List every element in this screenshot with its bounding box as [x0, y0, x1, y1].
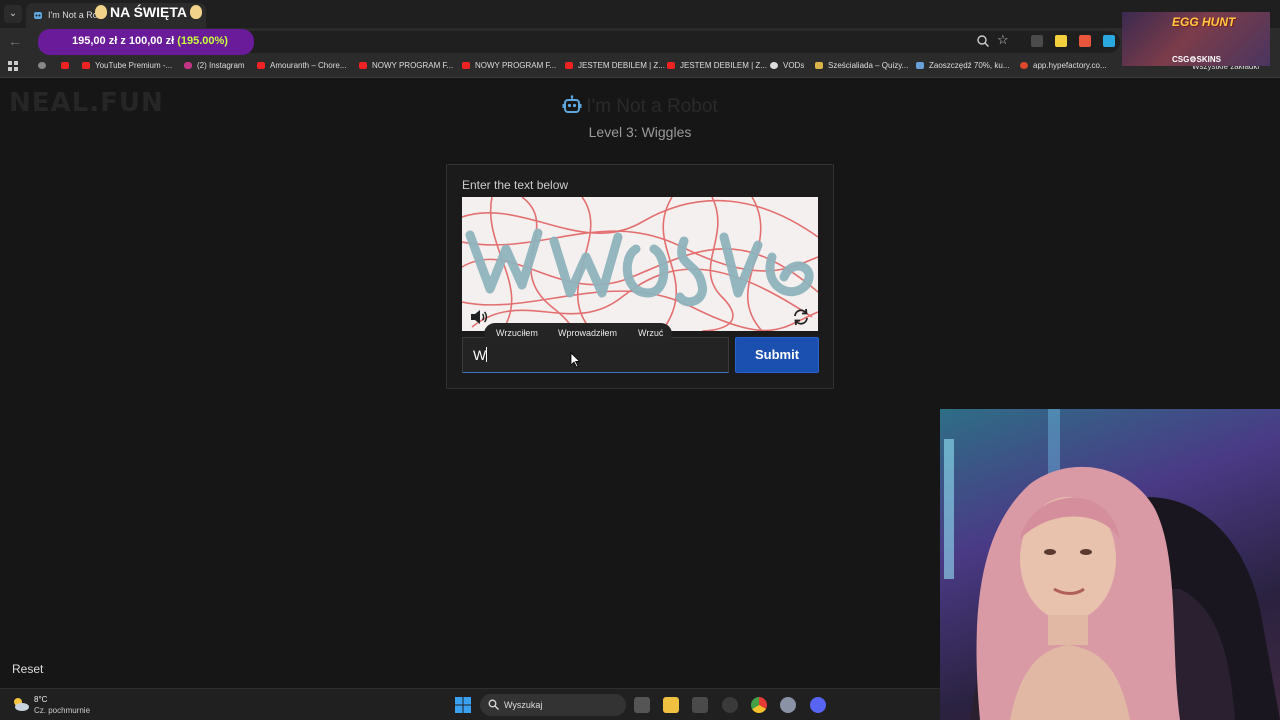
bookmark-item[interactable]: JESTEM DEBILEM | Z... — [565, 61, 665, 70]
overlay-webcam-panel: EGG HUNT CSG⚙SKINS — [1122, 12, 1270, 66]
apps-grid-icon[interactable] — [8, 61, 19, 72]
submit-button[interactable]: Submit — [735, 337, 819, 373]
hypefactory-icon — [1020, 62, 1028, 69]
weather-description: Cz. pochmurnie — [34, 706, 91, 715]
bookmark-item[interactable] — [61, 61, 74, 70]
store-icon[interactable] — [692, 697, 708, 713]
task-view-icon[interactable] — [634, 697, 650, 713]
instagram-icon — [184, 62, 192, 69]
bookmark-item[interactable]: YouTube Premium -... — [82, 61, 172, 70]
audio-icon[interactable] — [469, 308, 489, 326]
refresh-icon[interactable] — [791, 307, 811, 327]
taskbar-search[interactable]: Wyszukaj — [480, 694, 626, 716]
extension-icon[interactable] — [1079, 35, 1091, 47]
bookmark-item[interactable]: VODs — [770, 61, 804, 70]
egg-hunt-title: EGG HUNT — [1172, 15, 1236, 29]
stream-banner-text: NA ŚWIĘTA — [110, 4, 187, 20]
youtube-icon — [359, 62, 367, 69]
tab-bar: ⌄ I'm Not a Ro NA ŚWIĘTA — [0, 0, 1280, 28]
captcha-image — [462, 197, 818, 331]
progress-percent: (195.00%) — [177, 35, 228, 47]
youtube-icon — [667, 62, 675, 69]
bookmark-item[interactable]: (2) Instagram — [184, 61, 245, 70]
globe-icon — [770, 62, 778, 69]
suggestion-item[interactable]: Wrzuciłem — [496, 328, 538, 338]
youtube-icon — [82, 62, 90, 69]
weather-temperature: 8°C — [34, 695, 48, 704]
sponsor-brand: CSG⚙SKINS — [1172, 55, 1221, 64]
robot-favicon-icon — [34, 12, 42, 19]
suggestion-item[interactable]: Wrzuć — [638, 328, 663, 338]
extension-icon[interactable] — [1031, 35, 1043, 47]
streamer-webcam — [940, 409, 1280, 720]
captcha-instruction: Enter the text below — [462, 178, 569, 192]
taskbar: 8°C Cz. pochmurnie Wyszukaj — [0, 688, 940, 720]
app-icon[interactable] — [722, 697, 738, 713]
level-title: Level 3: Wiggles — [588, 124, 692, 140]
egg-icon — [95, 5, 107, 19]
quiz-icon — [815, 62, 823, 69]
progress-goal: z 100,00 zł — [120, 35, 175, 47]
file-explorer-icon[interactable] — [663, 697, 679, 713]
discord-icon[interactable] — [810, 697, 826, 713]
page-title-text: I'm Not a Robot — [586, 96, 718, 117]
captcha-drawing — [462, 197, 818, 331]
donation-progress-text: 195,00 zł z 100,00 zł (195.00%) — [72, 35, 228, 47]
youtube-icon — [462, 62, 470, 69]
back-arrow-icon[interactable]: ← — [8, 33, 22, 49]
egg-icon — [190, 5, 202, 19]
suggestion-item[interactable]: Wprowadziłem — [558, 328, 617, 338]
reset-button[interactable]: Reset — [12, 662, 43, 676]
browser-toolbar: ← 195,00 zł z 100,00 zł (195.00%) ☆ — [0, 28, 1280, 56]
extension-icon[interactable] — [1055, 35, 1067, 47]
search-icon — [488, 699, 499, 710]
bookmark-star-icon[interactable]: ☆ — [997, 32, 1009, 48]
chrome-icon[interactable] — [751, 697, 767, 713]
donation-progress-bar: 195,00 zł z 100,00 zł (195.00%) — [38, 29, 254, 55]
tab-list-button[interactable]: ⌄ — [4, 5, 22, 23]
captcha-card: Enter the text below W Submit — [446, 164, 834, 389]
search-placeholder: Wyszukaj — [504, 700, 543, 710]
youtube-icon — [257, 62, 265, 69]
robot-icon — [562, 95, 582, 113]
webcam-figure — [944, 409, 1280, 720]
extension-icon[interactable] — [1103, 35, 1115, 47]
bookmark-item[interactable]: NOWY PROGRAM F... — [359, 61, 453, 70]
text-caret — [486, 347, 488, 362]
bookmark-item[interactable] — [38, 61, 51, 70]
steam-icon — [916, 62, 924, 69]
zoom-icon[interactable] — [976, 34, 990, 48]
answer-value: W — [473, 347, 487, 363]
settings-gear-icon[interactable] — [780, 697, 796, 713]
bookmark-item[interactable]: Zaoszczędź 70%, ku... — [916, 61, 1009, 70]
bookmark-item[interactable]: JESTEM DEBILEM | Z... — [667, 61, 767, 70]
mouse-cursor-icon — [570, 352, 580, 368]
progress-amount: 195,00 zł — [72, 35, 118, 47]
youtube-icon — [61, 62, 69, 69]
tab-title: I'm Not a Ro — [48, 10, 98, 20]
bookmark-item[interactable]: Amouranth – Chore... — [257, 61, 346, 70]
autocomplete-suggestions: Wrzuciłem Wprowadziłem Wrzuć — [484, 323, 672, 345]
bookmark-item[interactable]: app.hypefactory.co... — [1020, 61, 1107, 70]
youtube-icon — [565, 62, 573, 69]
cloud-icon[interactable] — [12, 696, 30, 712]
bookmarks-bar: YouTube Premium -... (2) Instagram Amour… — [0, 56, 1280, 78]
stream-banner: NA ŚWIĘTA — [92, 4, 205, 20]
windows-start-icon[interactable] — [455, 697, 471, 713]
bookmark-item[interactable]: Sześcialiada – Quizy... — [815, 61, 908, 70]
page-title: I'm Not a Robot — [0, 95, 1280, 118]
chrome-icon — [38, 62, 46, 69]
bookmark-item[interactable]: NOWY PROGRAM F... — [462, 61, 556, 70]
